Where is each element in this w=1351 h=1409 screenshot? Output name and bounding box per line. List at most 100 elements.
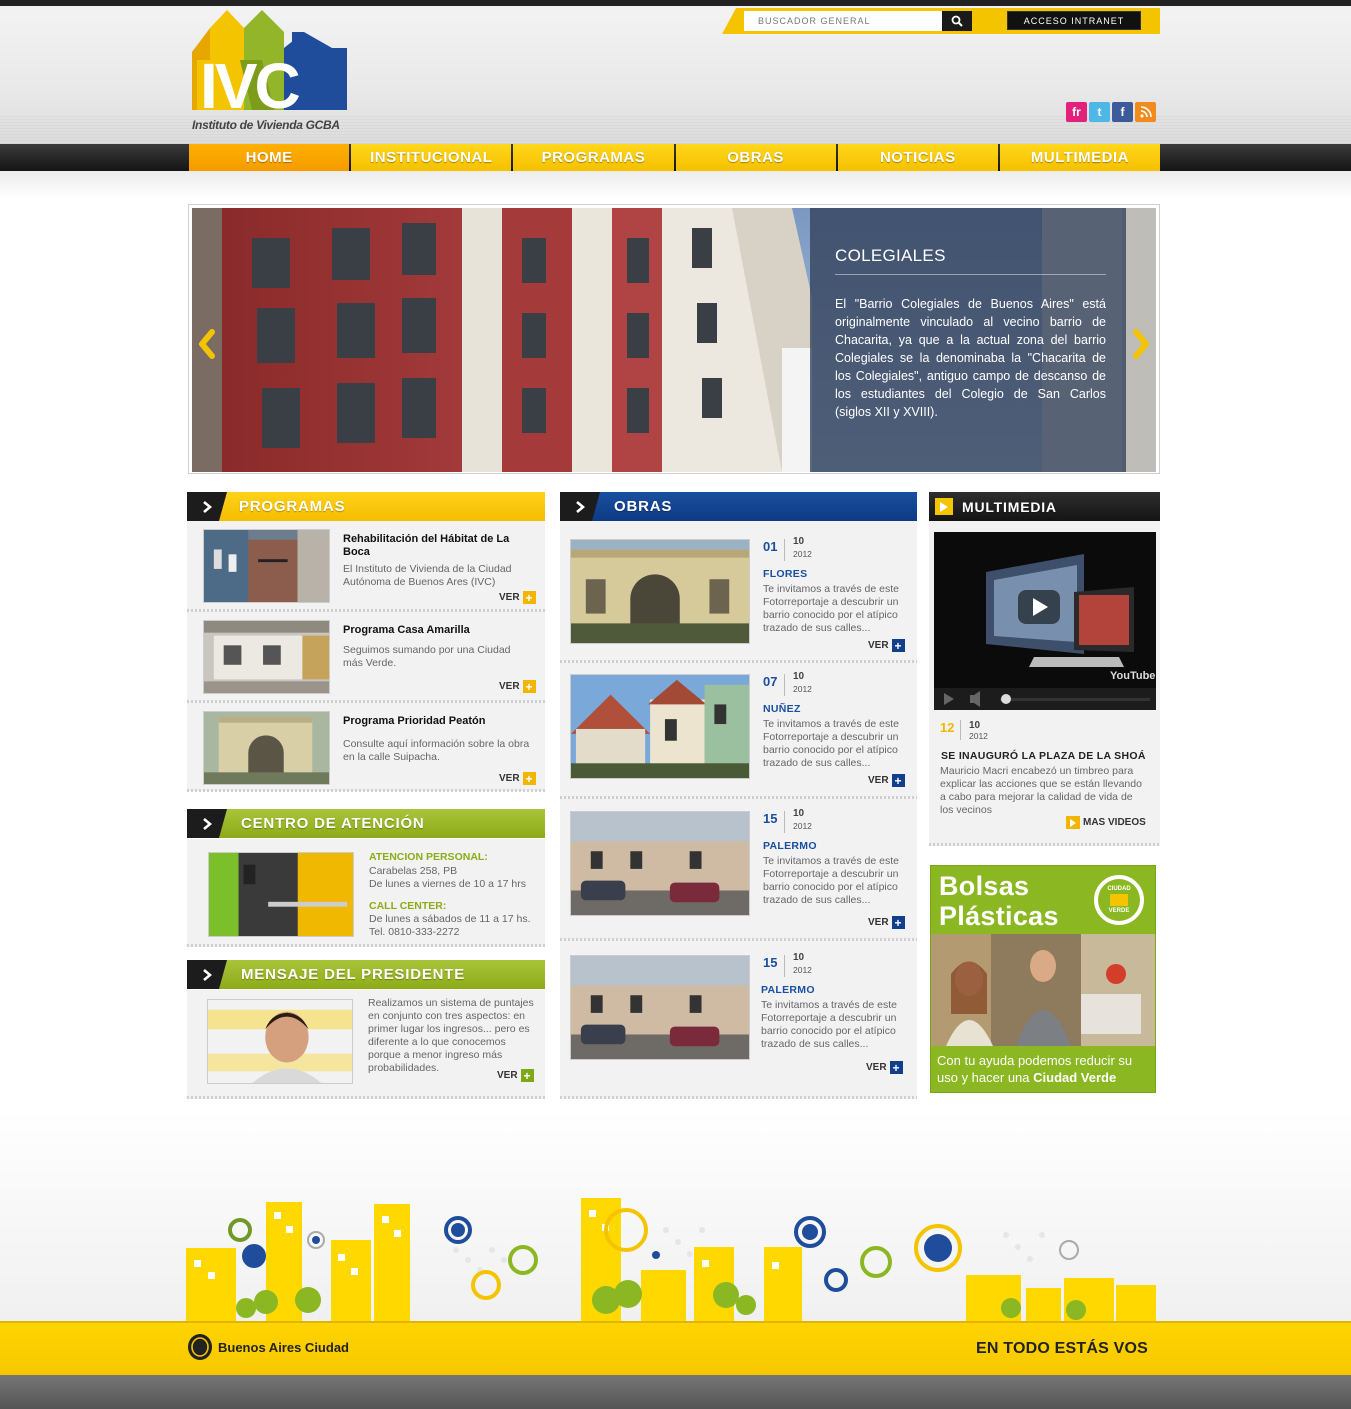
nav-item-multimedia[interactable]: MULTIMEDIA [999, 144, 1161, 171]
bolsas-title-line2: Plásticas [939, 901, 1059, 931]
video-thumbnail: YouTube [934, 532, 1156, 710]
ver-button[interactable]: VER + [866, 1061, 903, 1074]
leaf-icon [1110, 894, 1128, 906]
plus-icon: + [520, 1069, 534, 1082]
ver-button[interactable]: VER + [499, 772, 536, 785]
slider-prev-arrow-icon[interactable] [196, 328, 218, 360]
obra-item[interactable]: 15 10 2012 PALERMO Te invitamos a través… [560, 947, 917, 1081]
ver-label: VER [499, 681, 520, 692]
ver-label: VER [497, 1070, 518, 1081]
obra-desc: Te invitamos a través de este Fotorrepor… [763, 855, 899, 906]
obra-month: 10 [793, 952, 805, 963]
slider-next-arrow-icon[interactable] [1130, 328, 1152, 360]
rss-icon[interactable] [1135, 102, 1156, 122]
ver-button[interactable]: VER + [868, 639, 905, 652]
presidente-title: MENSAJE DEL PRESIDENTE [241, 966, 466, 983]
presidente-text: Realizamos un sistema de puntajes en con… [368, 997, 534, 1074]
programa-item[interactable]: Programa Prioridad Peatón Consulte aquí … [187, 703, 544, 791]
call-center-hours: De lunes a sábados de 11 a 17 hs. [369, 913, 531, 925]
multimedia-year: 2012 [969, 731, 988, 741]
obra-month: 10 [793, 536, 805, 547]
ba-city-name: Buenos Aires Ciudad [218, 1339, 349, 1355]
main-nav: HOME INSTITUCIONAL PROGRAMAS OBRAS NOTIC… [189, 144, 1161, 171]
plus-icon: + [522, 772, 536, 785]
ver-label: VER [499, 773, 520, 784]
ver-button[interactable]: VER + [868, 774, 905, 787]
presidente-header: MENSAJE DEL PRESIDENTE [187, 960, 545, 989]
search-button[interactable] [942, 11, 972, 31]
footer-bottom [0, 1375, 1351, 1409]
video-player[interactable]: YouTube [934, 532, 1156, 710]
bolsas-title: Bolsas Plásticas [939, 871, 1059, 931]
ver-label: VER [866, 1062, 887, 1073]
obra-barrio: FLORES [763, 568, 808, 580]
obras-header: OBRAS [560, 492, 917, 521]
multimedia-title: MULTIMEDIA [962, 498, 1057, 515]
multimedia-day: 12 [940, 720, 962, 740]
ivc-logo[interactable]: IVC Instituto de Vivienda GCBA [192, 10, 352, 132]
ivc-logo-graphic: IVC [192, 10, 347, 122]
obra-year: 2012 [793, 684, 812, 694]
plus-icon: + [522, 680, 536, 693]
plus-icon: + [891, 639, 905, 652]
ciudad-verde-badge: CIUDAD VERDE [1091, 872, 1147, 928]
nav-item-programas[interactable]: PROGRAMAS [513, 144, 674, 171]
bolsas-photo [931, 934, 1155, 1046]
logo-subtitle: Instituto de Vivienda GCBA [192, 118, 340, 132]
bolsas-title-line1: Bolsas [939, 871, 1030, 901]
intranet-access-button[interactable]: ACCESO INTRANET [1007, 11, 1141, 30]
obra-month: 10 [793, 671, 805, 682]
chevron-right-icon [187, 809, 227, 838]
mas-videos-label: MAS VIDEOS [1083, 817, 1146, 828]
buenos-aires-logo[interactable]: Buenos Aires Ciudad [187, 1333, 349, 1361]
obra-item[interactable]: 15 10 2012 PALERMO Te invitamos a través… [560, 803, 917, 937]
obra-item[interactable]: 07 10 2012 NUÑEZ Te invitamos a través d… [560, 666, 917, 800]
call-center-label: CALL CENTER: [369, 900, 447, 912]
chevron-right-icon [560, 492, 600, 521]
presidente-panel: Realizamos un sistema de puntajes en con… [187, 990, 545, 1099]
obra-thumbnail [570, 811, 750, 916]
obra-desc: Te invitamos a través de este Fotorrepor… [763, 718, 899, 769]
call-center-phone: Tel. 0810-333-2272 [369, 926, 460, 938]
multimedia-month: 10 [969, 720, 981, 731]
plus-icon: + [891, 774, 905, 787]
programa-thumbnail [203, 529, 330, 603]
presidente-photo [207, 999, 353, 1084]
obra-desc: Te invitamos a través de este Fotorrepor… [763, 583, 899, 634]
obra-day: 15 [763, 811, 786, 833]
programa-desc: Seguimos sumando por una Ciudad más Verd… [343, 644, 511, 669]
nav-item-obras[interactable]: OBRAS [675, 144, 836, 171]
search-input[interactable] [744, 11, 942, 31]
ver-label: VER [868, 775, 889, 786]
programa-title: Programa Casa Amarilla [343, 624, 470, 636]
facebook-icon[interactable]: f [1112, 102, 1133, 122]
ver-button[interactable]: VER + [499, 591, 536, 604]
obra-thumbnail [570, 955, 750, 1060]
programa-item[interactable]: Programa Casa Amarilla Seguimos sumando … [187, 612, 544, 700]
ver-button[interactable]: VER + [497, 1069, 534, 1082]
friendfeed-icon[interactable]: fr [1066, 102, 1087, 122]
programa-item[interactable]: Rehabilitación del Hábitat de La Boca El… [187, 521, 544, 609]
twitter-icon[interactable]: t [1089, 102, 1110, 122]
plus-icon: + [889, 1061, 903, 1074]
ver-button[interactable]: VER + [499, 680, 536, 693]
obra-barrio: NUÑEZ [763, 703, 801, 715]
programa-thumbnail [203, 620, 330, 694]
programa-desc: Consulte aquí información sobre la obra … [343, 738, 530, 763]
nav-item-institucional[interactable]: INSTITUCIONAL [351, 144, 512, 171]
nav-item-home[interactable]: HOME [189, 144, 350, 171]
mas-videos-button[interactable]: MAS VIDEOS [1066, 816, 1146, 829]
nav-item-noticias[interactable]: NOTICIAS [837, 144, 998, 171]
bolsas-plasticas-banner[interactable]: Bolsas Plásticas CIUDAD VERDE Con tu ayud… [930, 865, 1156, 1093]
ver-label: VER [868, 640, 889, 651]
obra-item[interactable]: 01 10 2012 FLORES Te invitamos a través … [560, 531, 917, 665]
footer-slogan: EN TODO ESTÁS VOS [976, 1340, 1149, 1357]
divider [187, 1096, 545, 1099]
multimedia-news-title[interactable]: SE INAUGURÓ LA PLAZA DE LA SHOÁ [941, 750, 1146, 762]
programa-thumbnail [203, 711, 330, 785]
divider [560, 1096, 917, 1099]
obra-barrio: PALERMO [763, 840, 817, 852]
centro-photo [208, 852, 354, 937]
ver-button[interactable]: VER + [868, 916, 905, 929]
divider [187, 944, 545, 947]
